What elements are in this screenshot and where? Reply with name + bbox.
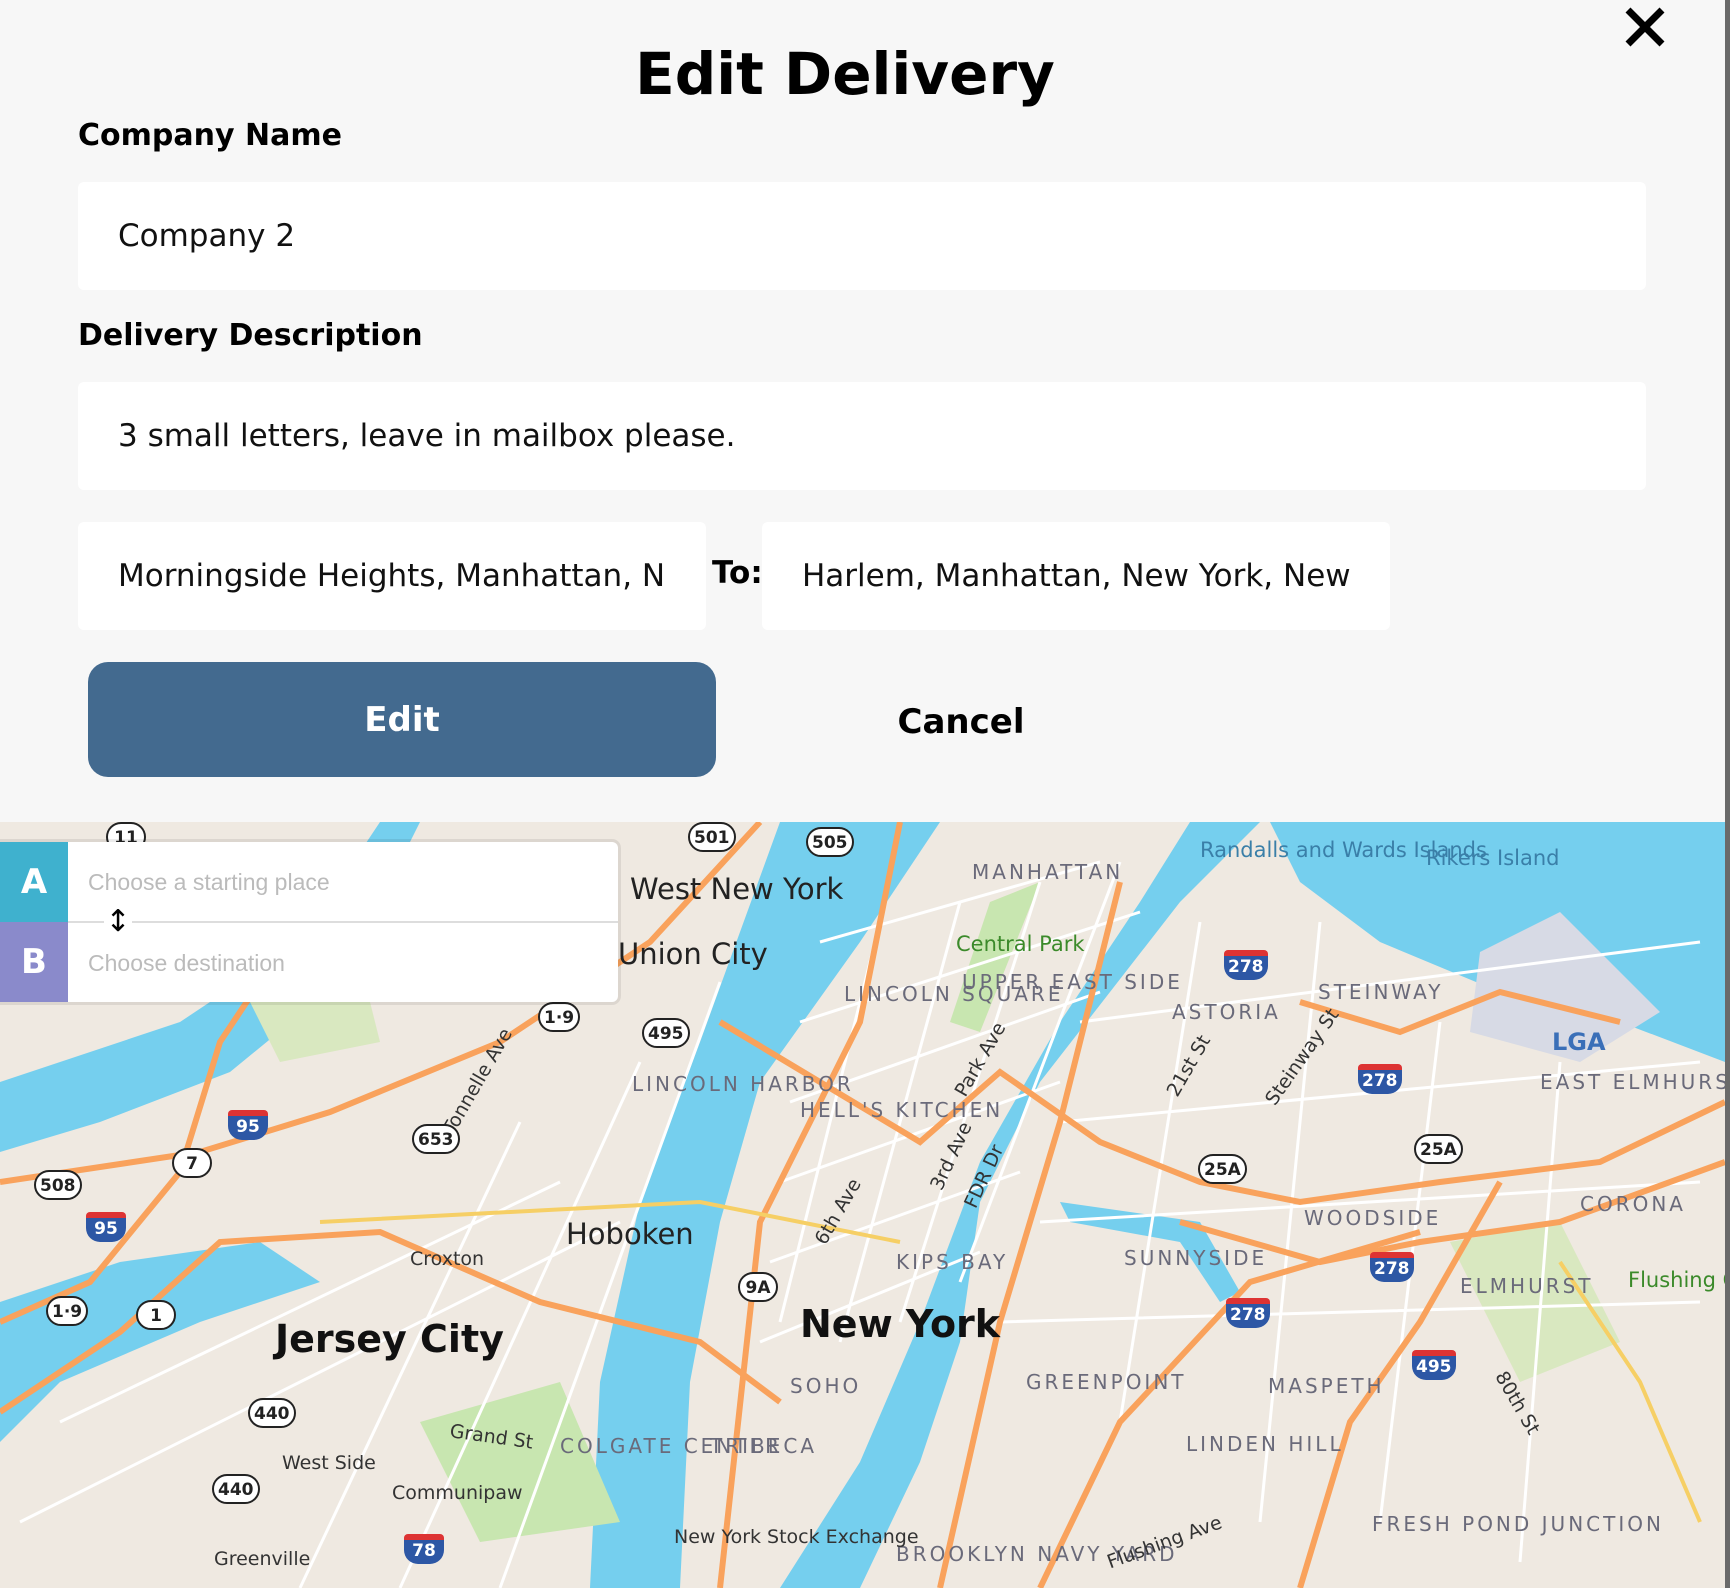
- map-label: WOODSIDE: [1304, 1206, 1442, 1230]
- company-name-label: Company Name: [78, 118, 342, 153]
- map-label: MANHATTAN: [972, 860, 1124, 884]
- from-address-input[interactable]: [78, 522, 706, 630]
- route-shield: 501: [688, 822, 736, 852]
- map-label: SOHO: [790, 1374, 862, 1398]
- route-shield: 278: [1370, 1252, 1414, 1282]
- route-shield: 7: [172, 1148, 212, 1178]
- map-label: LGA: [1552, 1028, 1606, 1056]
- to-address-input[interactable]: [762, 522, 1390, 630]
- map-label: HELL'S KITCHEN: [800, 1098, 1004, 1122]
- route-shield: 1·9: [538, 1002, 581, 1032]
- map-label: Communipaw: [392, 1482, 523, 1504]
- route-shield: 440: [248, 1398, 296, 1428]
- map-label: Union City: [618, 937, 768, 971]
- route-shield: 278: [1358, 1064, 1402, 1094]
- map-label: CORONA: [1580, 1192, 1686, 1216]
- route-shield: 278: [1224, 950, 1268, 980]
- start-badge: A: [0, 842, 68, 922]
- divider: [68, 921, 618, 923]
- starting-place-input[interactable]: [68, 842, 618, 922]
- delivery-description-label: Delivery Description: [78, 318, 423, 353]
- map-label: EAST ELMHURST: [1540, 1070, 1725, 1094]
- map-label: STEINWAY: [1318, 980, 1444, 1004]
- map-label: Croxton: [410, 1248, 485, 1270]
- park-south: [420, 1382, 620, 1542]
- route-shield: 9A: [738, 1272, 778, 1302]
- swap-vertical-icon[interactable]: ↕: [104, 904, 132, 940]
- map-label: ELMHURST: [1460, 1274, 1594, 1298]
- route-shield: 1: [136, 1300, 176, 1330]
- route-shield: 25A: [1198, 1154, 1247, 1184]
- map-label: MASPETH: [1268, 1374, 1385, 1398]
- map-label: New York Stock Exchange: [674, 1526, 919, 1548]
- scrollbar[interactable]: [1725, 0, 1730, 1588]
- cancel-button[interactable]: Cancel: [830, 690, 1092, 754]
- map-label: SUNNYSIDE: [1124, 1246, 1268, 1270]
- map-label: Rikers Island: [1426, 846, 1560, 870]
- delivery-description-input[interactable]: [78, 382, 1646, 490]
- central-park: [950, 882, 1040, 1032]
- route-shield: 505: [806, 827, 854, 857]
- map-label: West Side: [282, 1452, 376, 1474]
- map-label: KIPS BAY: [896, 1250, 1009, 1274]
- map-label: COLGATE CENTER: [560, 1434, 782, 1458]
- route-shield: 653: [412, 1124, 460, 1154]
- route-shield: 25A: [1414, 1134, 1463, 1164]
- map-label: Jersey City: [275, 1317, 504, 1361]
- map-label: FRESH POND JUNCTION: [1372, 1512, 1664, 1536]
- directions-panel: A B ↕: [0, 842, 618, 1002]
- route-shield: 95: [86, 1212, 126, 1242]
- map-label: West New York: [630, 872, 844, 906]
- map-label: LINDEN HILL: [1186, 1432, 1344, 1456]
- route-shield: 78: [404, 1534, 444, 1564]
- close-icon[interactable]: [1622, 4, 1668, 50]
- dialog-title: Edit Delivery: [635, 40, 1055, 108]
- route-shield: 278: [1226, 1298, 1270, 1328]
- map-label: LINCOLN SQUARE: [844, 982, 1064, 1006]
- route-shield: 440: [212, 1474, 260, 1504]
- map-label: New York: [800, 1302, 1001, 1346]
- map-label: Greenville: [214, 1548, 311, 1570]
- to-label: To:: [712, 555, 763, 591]
- route-shield: 495: [642, 1018, 690, 1048]
- map-label: Hoboken: [566, 1217, 694, 1251]
- route-shield: 1·9: [46, 1296, 89, 1326]
- map-label: Central Park: [956, 932, 1085, 956]
- route-shield: 495: [1412, 1350, 1456, 1380]
- map-label: GREENPOINT: [1026, 1370, 1187, 1394]
- map[interactable]: West New York Union City Hoboken Jersey Cit…: [0, 822, 1725, 1588]
- company-name-input[interactable]: [78, 182, 1646, 290]
- route-shield: 95: [228, 1110, 268, 1140]
- map-label: ASTORIA: [1172, 1000, 1281, 1024]
- route-shield: 508: [34, 1170, 82, 1200]
- destination-badge: B: [0, 922, 68, 1002]
- destination-input[interactable]: [68, 924, 618, 1002]
- edit-button[interactable]: Edit: [88, 662, 716, 777]
- map-label: LINCOLN HARBOR: [632, 1072, 854, 1096]
- map-label: Flushing Corona: [1628, 1268, 1725, 1292]
